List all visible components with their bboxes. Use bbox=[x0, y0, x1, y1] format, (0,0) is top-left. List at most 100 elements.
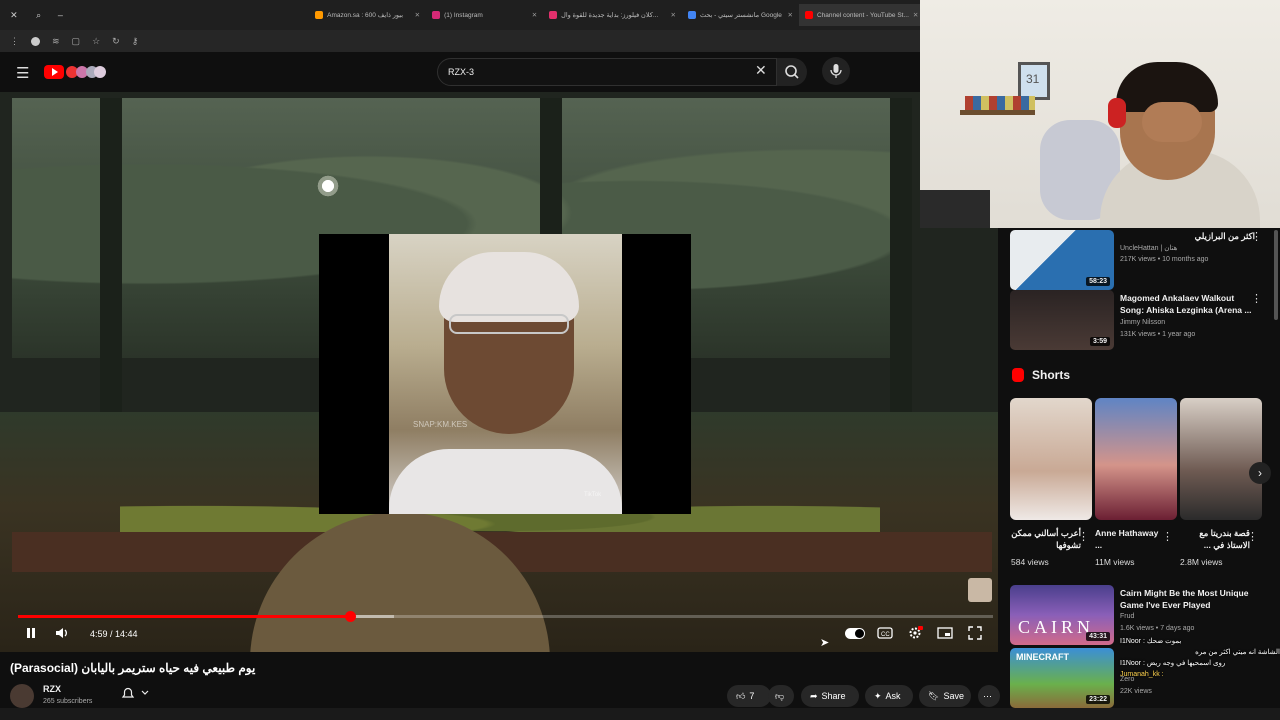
close-window-icon[interactable]: ✕ bbox=[0, 10, 28, 21]
menu-dots-icon[interactable]: ⋮ bbox=[10, 36, 19, 47]
more-actions-button[interactable]: ⋯ bbox=[978, 685, 1000, 707]
ask-button[interactable]: ✦ Ask bbox=[865, 685, 913, 707]
search-button[interactable] bbox=[777, 58, 807, 86]
browser-tab-active[interactable]: Channel content - YouTube St... ✕ bbox=[798, 4, 920, 26]
related-video-meta: 131K views • 1 year ago bbox=[1120, 331, 1196, 338]
related-video-channel[interactable]: Frud bbox=[1120, 613, 1134, 620]
search-icon bbox=[785, 65, 799, 79]
tab-favicon bbox=[315, 11, 324, 19]
close-tab-icon[interactable]: ✕ bbox=[415, 11, 420, 19]
fullscreen-icon bbox=[968, 626, 982, 640]
chat-message: الشاشة انه ميتي اكثر من مره bbox=[1195, 649, 1280, 656]
short-views: 584 views bbox=[1011, 557, 1049, 567]
tab-favicon bbox=[804, 11, 813, 19]
related-video-thumbnail[interactable]: CAIRN 43:31 bbox=[1010, 585, 1114, 645]
webcam-wall-frame-text: 31 bbox=[1026, 72, 1040, 86]
short-thumbnail[interactable] bbox=[1095, 398, 1177, 520]
related-video-thumbnail[interactable]: 3:59 bbox=[1010, 290, 1114, 350]
share-button[interactable]: ➦ Share bbox=[801, 685, 859, 707]
channel-name[interactable]: RZX bbox=[43, 684, 61, 694]
more-options-icon[interactable]: ⋮ bbox=[1078, 530, 1089, 543]
sparkle-icon: ✦ bbox=[874, 690, 882, 701]
short-title[interactable]: Anne Hathaway ... bbox=[1095, 527, 1165, 551]
profile-icon[interactable] bbox=[31, 36, 40, 46]
svg-text:CC: CC bbox=[881, 632, 890, 638]
reader-icon[interactable]: ▢ bbox=[72, 36, 81, 47]
close-tab-icon[interactable]: ✕ bbox=[913, 11, 918, 19]
tab-search-icon[interactable]: ⌕ bbox=[28, 10, 50, 21]
progress-played bbox=[18, 615, 351, 618]
overlay-video: SNAP:KM.KES TikTok bbox=[389, 234, 622, 514]
browser-tab[interactable]: Amazon.sa : 600 بيور ذايف ✕ bbox=[309, 4, 426, 26]
dislike-button[interactable]: 👎︎ bbox=[768, 685, 794, 707]
miniplayer-icon bbox=[937, 627, 953, 639]
captions-button[interactable]: CC bbox=[877, 626, 893, 643]
short-title[interactable]: قصة بندريتا مع الاستاذ في ... bbox=[1180, 527, 1250, 551]
shorts-label: Shorts bbox=[1032, 368, 1071, 382]
related-video[interactable]: 3:59 Magomed Ankalaev Walkout Song: Ahis… bbox=[1010, 290, 1272, 360]
share-icon: ➦ bbox=[810, 690, 818, 701]
save-button[interactable]: 🔖︎ Save bbox=[919, 685, 971, 707]
more-options-icon[interactable]: ⋮ bbox=[1251, 292, 1262, 305]
channel-avatar[interactable] bbox=[10, 684, 34, 708]
more-options-icon[interactable]: ⋮ bbox=[1162, 530, 1173, 543]
bookmark-star-icon[interactable]: ☆ bbox=[92, 36, 100, 47]
video-duration: 43:31 bbox=[1086, 632, 1110, 641]
overlay-watermark: SNAP:KM.KES bbox=[413, 420, 468, 429]
overlay-person-cap bbox=[439, 252, 579, 322]
subscriber-count: 265 subscribers bbox=[43, 698, 93, 705]
video-duration: 3:59 bbox=[1089, 337, 1110, 346]
minimize-icon[interactable]: – bbox=[50, 10, 72, 20]
clear-search-icon[interactable]: ✕ bbox=[755, 62, 767, 79]
tab-label: Amazon.sa : 600 بيور ذايف bbox=[327, 12, 404, 19]
close-tab-icon[interactable]: ✕ bbox=[671, 11, 676, 19]
related-video-title[interactable]: Magomed Ankalaev Walkout Song: Ahiska Le… bbox=[1120, 292, 1255, 316]
related-video-channel[interactable]: Jimmy Nilsson bbox=[1120, 319, 1165, 326]
extensions-icon[interactable]: ≋ bbox=[52, 36, 60, 47]
miniplayer-button[interactable] bbox=[937, 626, 953, 643]
video-player[interactable]: SNAP:KM.KES TikTok 4:59 / 14:44 CC ➤ bbox=[0, 92, 998, 652]
short-views: 11M views bbox=[1095, 557, 1135, 567]
key-icon[interactable]: ⚷ bbox=[132, 36, 139, 47]
like-button[interactable]: 👍︎ 7 bbox=[727, 685, 771, 707]
short-thumbnail[interactable] bbox=[1180, 398, 1262, 520]
chat-message: I1Noor : روى اسمحيها في وجه ريض bbox=[1120, 660, 1226, 667]
voice-search-button[interactable] bbox=[822, 57, 850, 85]
short-thumbnail[interactable] bbox=[1010, 398, 1092, 520]
close-tab-icon[interactable]: ✕ bbox=[788, 11, 793, 19]
related-video-channel[interactable]: UncleHattan | هتان bbox=[1120, 244, 1177, 252]
search-input[interactable]: RZX-3 bbox=[437, 58, 777, 86]
sidebar-scrollbar[interactable] bbox=[1274, 230, 1278, 320]
fullscreen-button[interactable] bbox=[968, 626, 982, 643]
video-title: يوم طبيعي فيه حياه ستريمر باليابان (Para… bbox=[10, 661, 256, 675]
address-bar: ⋮ ≋ ▢ ☆ ↻ ⚷ bbox=[0, 30, 920, 52]
more-options-icon[interactable]: ⋮ bbox=[1251, 230, 1262, 243]
gear-icon bbox=[909, 626, 923, 639]
chat-message: I1Noor : بموت ضحك bbox=[1120, 638, 1182, 645]
youtube-logo[interactable] bbox=[44, 62, 108, 82]
browser-tab[interactable]: مانشستر سيتي - بحث Google ✕ bbox=[682, 4, 799, 26]
tab-favicon bbox=[687, 11, 696, 19]
settings-button[interactable] bbox=[907, 626, 923, 643]
volume-button[interactable] bbox=[55, 626, 71, 643]
related-video-thumbnail[interactable]: MINECRAFT 23:22 bbox=[1010, 648, 1114, 708]
share-label: Share bbox=[821, 691, 846, 701]
tab-favicon bbox=[432, 11, 441, 19]
related-video-thumbnail[interactable]: 58:23 bbox=[1010, 230, 1114, 290]
related-video-title[interactable]: Cairn Might Be the Most Unique Game I've… bbox=[1120, 587, 1255, 611]
like-count: 7 bbox=[749, 691, 755, 701]
close-tab-icon[interactable]: ✕ bbox=[532, 11, 537, 19]
pause-button[interactable] bbox=[24, 626, 38, 643]
refresh-icon[interactable]: ↻ bbox=[112, 36, 120, 47]
browser-tab[interactable]: كلان فيلورز: بداية جديدة للقوة وال... ✕ bbox=[543, 4, 682, 26]
browser-tab[interactable]: (1) Instagram ✕ bbox=[426, 4, 543, 26]
more-options-icon[interactable]: ⋮ bbox=[1247, 530, 1258, 543]
thumbnail-text: CAIRN bbox=[1018, 617, 1095, 637]
autoplay-toggle[interactable] bbox=[845, 628, 865, 639]
notification-bell-button[interactable] bbox=[120, 686, 150, 703]
hamburger-menu-icon[interactable]: ☰ bbox=[16, 64, 29, 82]
shorts-next-arrow-icon[interactable]: › bbox=[1249, 462, 1271, 484]
related-video-title[interactable]: اكثر من البرازيلي bbox=[1120, 230, 1255, 242]
short-title[interactable]: أعرب أسالني ممكن تشوفها bbox=[1011, 527, 1081, 551]
end-card-thumbnail[interactable] bbox=[968, 578, 992, 602]
